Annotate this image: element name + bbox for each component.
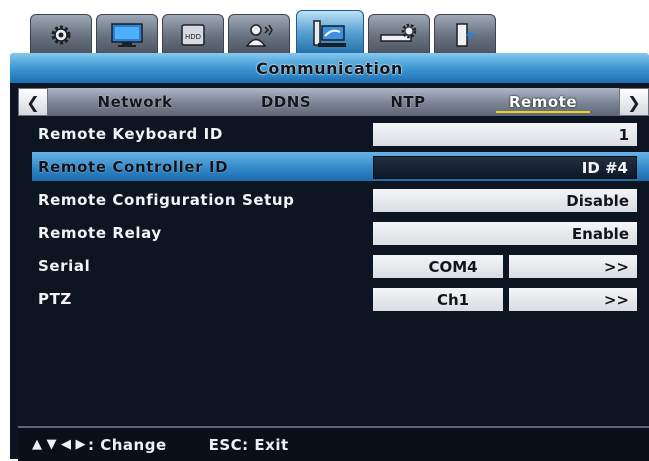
communication-window: Communication ❮ Network DDNS NTP Remote … — [10, 53, 649, 461]
setting-row-remote-controller-id[interactable]: Remote Controller ID ID #4 — [18, 152, 649, 181]
setting-label: Remote Configuration Setup — [38, 190, 295, 209]
arrow-right-icon: ▶ — [75, 437, 86, 452]
subtab-bar: ❮ Network DDNS NTP Remote ❯ — [18, 88, 649, 116]
tab-storage[interactable]: HDD — [162, 14, 224, 54]
settings-list: Remote Keyboard ID 1 Remote Controller I… — [18, 117, 649, 423]
tab-display[interactable] — [96, 14, 158, 54]
tab-system-settings[interactable] — [30, 14, 92, 54]
setting-row-remote-relay[interactable]: Remote Relay Enable — [18, 218, 649, 247]
tab-communication[interactable] — [296, 10, 364, 56]
network-communication-icon — [313, 19, 346, 47]
serial-port-field[interactable]: COM4 — [373, 255, 503, 278]
arrow-down-icon: ▼ — [46, 437, 57, 452]
remote-controller-id-field[interactable]: ID #4 — [373, 156, 637, 179]
subtab-prev-button[interactable]: ❮ — [18, 88, 48, 116]
ptz-settings-button[interactable]: >> — [509, 288, 637, 311]
device-settings-icon — [380, 23, 417, 42]
serial-settings-button[interactable]: >> — [509, 255, 637, 278]
help-change-text: : Change — [88, 435, 167, 454]
tab-devices[interactable] — [368, 14, 430, 54]
setting-label: Remote Controller ID — [38, 157, 229, 176]
setting-label: Serial — [38, 256, 91, 275]
arrow-left-icon: ◀ — [61, 437, 72, 452]
monitor-icon — [111, 22, 143, 47]
setting-row-ptz[interactable]: PTZ Ch1 >> — [18, 284, 649, 313]
arrow-up-icon: ▲ — [32, 437, 43, 452]
subtab-next-button[interactable]: ❯ — [619, 88, 649, 116]
tab-ddns[interactable]: DDNS — [236, 88, 336, 116]
ptz-channel-field[interactable]: Ch1 — [373, 288, 503, 311]
tab-users[interactable] — [228, 14, 290, 54]
direction-keys: ▲ ▼ ◀ ▶ — [32, 437, 86, 452]
chevron-right-icon: ❯ — [627, 92, 641, 112]
setting-row-remote-configuration-setup[interactable]: Remote Configuration Setup Disable — [18, 185, 649, 214]
setting-label: Remote Relay — [38, 223, 162, 242]
tab-exit[interactable] — [434, 14, 496, 54]
gear-icon — [51, 25, 71, 44]
exit-door-icon — [456, 22, 476, 47]
setting-label: Remote Keyboard ID — [38, 124, 223, 143]
chevron-left-icon: ❮ — [26, 92, 40, 112]
setting-label: PTZ — [38, 289, 72, 308]
setting-row-serial[interactable]: Serial COM4 >> — [18, 251, 649, 280]
remote-configuration-setup-field[interactable]: Disable — [373, 189, 637, 212]
help-exit-text: ESC: Exit — [208, 435, 289, 454]
user-icon — [245, 23, 273, 47]
remote-relay-field[interactable]: Enable — [373, 222, 637, 245]
tab-ntp[interactable]: NTP — [368, 88, 448, 116]
remote-keyboard-id-field[interactable]: 1 — [373, 123, 637, 146]
setting-row-remote-keyboard-id[interactable]: Remote Keyboard ID 1 — [18, 119, 649, 148]
window-title: Communication — [10, 53, 649, 83]
tab-network[interactable]: Network — [80, 88, 190, 116]
hdd-icon-label: HDD — [185, 33, 201, 41]
hdd-icon: HDD — [181, 23, 205, 46]
help-bar: ▲ ▼ ◀ ▶ : Change ESC: Exit — [18, 426, 649, 461]
tab-remote[interactable]: Remote — [488, 88, 598, 116]
